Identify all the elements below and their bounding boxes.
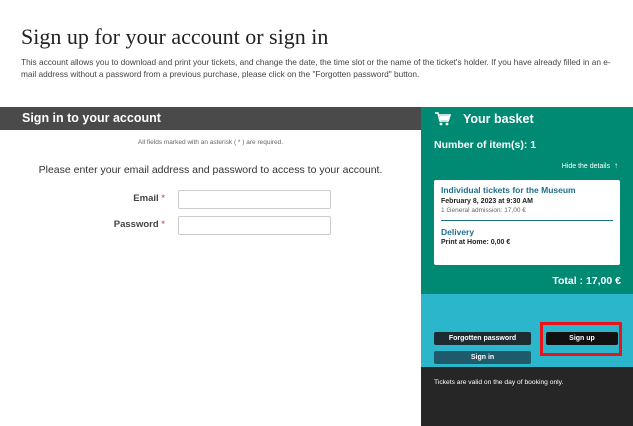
item-count: Number of item(s): 1 [434, 139, 537, 151]
ticket-card: Individual tickets for the Museum Februa… [434, 180, 620, 265]
required-note: All fields marked with an asterisk ( * )… [137, 139, 284, 146]
basket-header: Your basket [421, 107, 633, 130]
divider [441, 220, 613, 221]
signin-prompt: Please enter your email address and pass… [38, 164, 383, 176]
required-asterisk: * [161, 193, 165, 204]
hide-details-link[interactable]: Hide the details ↑ [562, 161, 618, 170]
required-asterisk: * [161, 219, 165, 230]
basket-panel: Your basket Number of item(s): 1 Hide th… [421, 107, 633, 426]
signin-header: Sign in to your account [0, 107, 421, 130]
delivery-title: Delivery [441, 227, 475, 237]
basket-footer: Tickets are valid on the day of booking … [421, 367, 633, 426]
ticket-name: Individual tickets for the Museum [441, 185, 576, 195]
email-row: Email * [0, 190, 421, 209]
basket-title: Your basket [463, 111, 534, 126]
page-title: Sign up for your account or sign in [21, 24, 329, 49]
signin-panel: Sign in to your account All fields marke… [0, 107, 421, 426]
password-row: Password * [0, 216, 421, 235]
intro-text: This account allows you to download and … [21, 57, 611, 79]
password-label: Password * [113, 219, 165, 230]
basket-summary: Your basket Number of item(s): 1 Hide th… [421, 107, 633, 294]
password-field[interactable] [178, 216, 331, 235]
sign-in-button[interactable]: Sign in [434, 351, 531, 364]
ticket-admission: 1 General admission: 17,00 € [441, 207, 526, 214]
cart-icon [435, 111, 451, 125]
email-label: Email * [133, 193, 165, 204]
highlight-box [540, 322, 622, 356]
forgotten-password-button[interactable]: Forgotten password [434, 332, 531, 345]
ticket-date: February 8, 2023 at 9:30 AM [441, 198, 533, 205]
email-field[interactable] [178, 190, 331, 209]
basket-total: Total : 17,00 € [552, 275, 621, 287]
validity-note: Tickets are valid on the day of booking … [434, 379, 564, 386]
basket-actions: Forgotten password Sign up Sign in [421, 294, 633, 367]
delivery-detail: Print at Home: 0,00 € [441, 239, 511, 246]
arrow-up-icon: ↑ [614, 161, 618, 170]
